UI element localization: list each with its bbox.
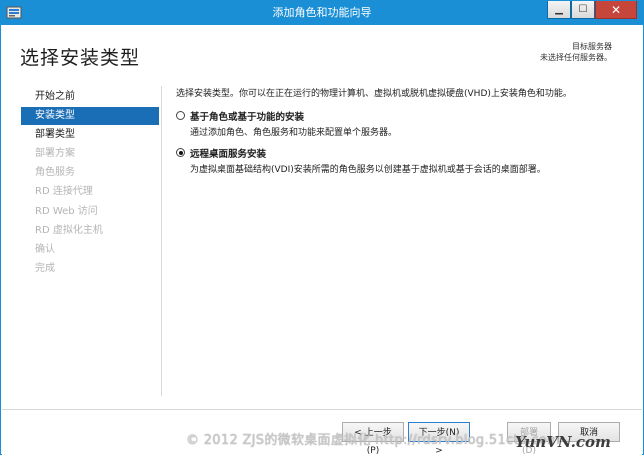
sidebar-item-rd-virtualization-host: RD 虚拟化主机 [21, 222, 159, 240]
destination-label: 目标服务器 [572, 42, 612, 51]
destination-server: 目标服务器 未选择任何服务器。 [540, 41, 612, 63]
option-label[interactable]: 远程桌面服务安装 [190, 146, 266, 160]
sidebar-item-label: 完成 [35, 263, 55, 274]
sidebar-item-label: RD 虚拟化主机 [35, 225, 103, 236]
radio-role-based[interactable] [176, 111, 185, 120]
installation-type-panel: 选择安装类型。你可以在正在运行的物理计算机、虚拟机或脱机虚拟硬盘(VHD)上安装… [176, 83, 626, 393]
sidebar-item-deployment-type[interactable]: 部署类型 [21, 126, 159, 144]
sidebar-item-installation-type[interactable]: 安装类型 [21, 107, 159, 125]
page-title: 选择安装类型 [20, 47, 141, 69]
watermark-brand: YunVN.com [515, 433, 611, 451]
minimize-icon: ▁ [555, 4, 563, 15]
wizard-header: 选择安装类型 目标服务器 未选择任何服务器。 [2, 25, 642, 81]
sidebar-item-label: RD Web 访问 [35, 206, 98, 217]
sidebar-item-label: 部署方案 [35, 148, 75, 159]
sidebar-item-rd-connection-broker: RD 连接代理 [21, 183, 159, 201]
sidebar-item-label: 角色服务 [35, 167, 75, 178]
sidebar-item-label: RD 连接代理 [35, 186, 93, 197]
sidebar-item-before-you-begin[interactable]: 开始之前 [21, 88, 159, 106]
wizard-window: 添加角色和功能向导 ▁ ☐ ✕ 选择安装类型 目标服务器 未选择任何服务器。 开… [0, 0, 644, 456]
option-label[interactable]: 基于角色或基于功能的安装 [190, 109, 304, 123]
close-button[interactable]: ✕ [595, 1, 637, 19]
window-controls: ▁ ☐ ✕ [547, 1, 637, 19]
title-bar[interactable]: 添加角色和功能向导 ▁ ☐ ✕ [1, 1, 643, 25]
watermark-text: © 2012 ZJS的微软桌面虚拟化 http://rdsrv.blog.51c… [186, 433, 561, 448]
option-description: 通过添加角色、角色服务和功能来配置单个服务器。 [190, 128, 398, 138]
radio-remote-desktop[interactable] [176, 148, 185, 157]
sidebar-item-rd-web-access: RD Web 访问 [21, 203, 159, 221]
sidebar-item-completion: 完成 [21, 260, 159, 278]
sidebar-item-deployment-scenario: 部署方案 [21, 145, 159, 163]
destination-value: 未选择任何服务器。 [540, 53, 612, 62]
wizard-steps-nav: 开始之前 安装类型 部署类型 部署方案 角色服务 RD 连接代理 RD Web … [21, 86, 162, 396]
close-icon: ✕ [610, 2, 622, 17]
intro-text: 选择安装类型。你可以在正在运行的物理计算机、虚拟机或脱机虚拟硬盘(VHD)上安装… [176, 89, 572, 99]
sidebar-item-label: 安装类型 [35, 110, 75, 121]
maximize-icon: ☐ [578, 4, 588, 15]
minimize-button[interactable]: ▁ [547, 1, 571, 19]
sidebar-item-label: 开始之前 [35, 91, 75, 102]
sidebar-item-role-services: 角色服务 [21, 164, 159, 182]
sidebar-item-confirmation: 确认 [21, 241, 159, 259]
maximize-button[interactable]: ☐ [571, 1, 595, 19]
sidebar-item-label: 确认 [35, 244, 55, 255]
sidebar-item-label: 部署类型 [35, 129, 75, 140]
option-description: 为虚拟桌面基础结构(VDI)安装所需的角色服务以创建基于虚拟机或基于会话的桌面部… [190, 165, 546, 175]
